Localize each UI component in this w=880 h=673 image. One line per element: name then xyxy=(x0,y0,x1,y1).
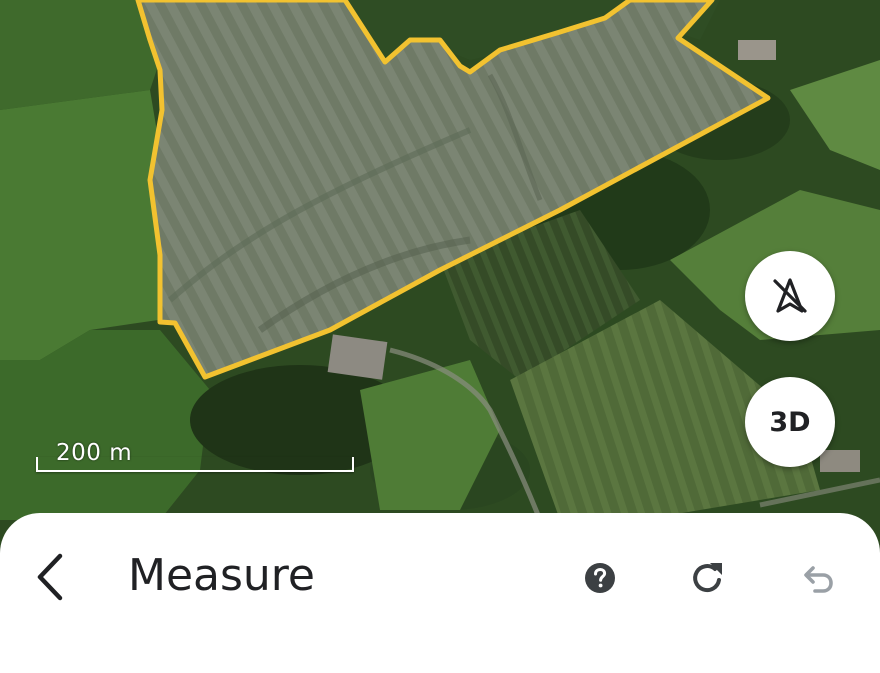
building xyxy=(738,40,776,60)
view-3d-button[interactable]: 3D xyxy=(745,377,835,467)
help-icon xyxy=(585,563,615,593)
view-3d-label: 3D xyxy=(769,406,811,438)
undo-button[interactable] xyxy=(795,556,839,600)
refresh-icon xyxy=(693,563,722,593)
sheet-description-text xyxy=(36,632,836,646)
page-title: Measure xyxy=(128,550,315,601)
building xyxy=(327,334,388,380)
building xyxy=(820,450,860,472)
back-button[interactable] xyxy=(30,550,74,604)
reset-button[interactable] xyxy=(686,556,730,600)
chevron-left-icon xyxy=(37,553,63,601)
scale-bar: 200 m xyxy=(36,440,354,474)
undo-icon xyxy=(804,566,833,593)
compass-off-icon xyxy=(773,278,807,313)
compass-button[interactable] xyxy=(745,251,835,341)
field-left xyxy=(0,90,165,360)
scale-line xyxy=(36,457,354,472)
help-button[interactable] xyxy=(578,556,622,600)
